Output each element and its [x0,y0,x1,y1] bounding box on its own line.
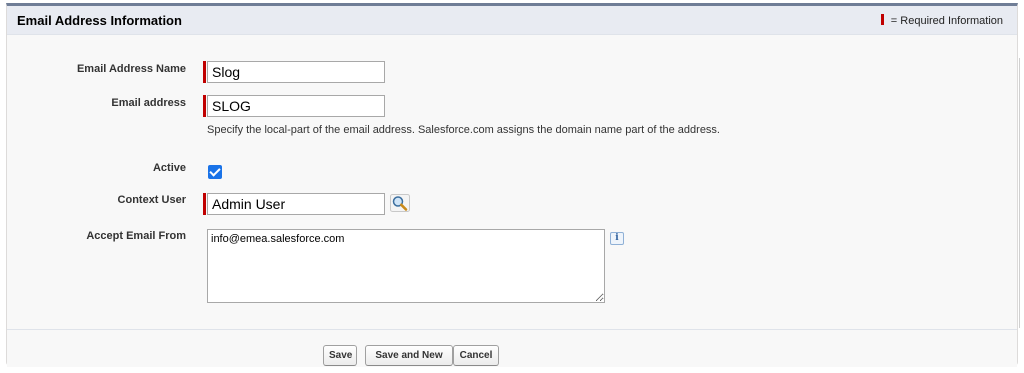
email-address-help-text: Specify the local-part of the email addr… [207,124,720,136]
active-checkbox[interactable] [208,165,222,179]
save-and-new-button[interactable]: Save and New [365,345,453,366]
email-address-name-input[interactable] [207,61,385,83]
required-indicator [203,193,206,215]
section-header: Email Address Information = Required Inf… [7,6,1017,35]
email-address-input[interactable] [207,95,385,117]
required-indicator [203,61,206,83]
context-user-input[interactable] [207,193,385,215]
email-address-label: Email address [111,97,186,109]
required-indicator [203,95,206,117]
magnifier-lookup-icon[interactable] [390,194,410,212]
cancel-button[interactable]: Cancel [453,345,499,366]
required-legend-text: = Required Information [890,15,1003,27]
accept-email-from-label: Accept Email From [86,230,186,242]
button-bar: Save Save and New Cancel [7,329,1017,367]
save-button[interactable]: Save [323,345,357,366]
required-legend: = Required Information [880,14,1003,27]
scrollbar-edge [1019,58,1020,328]
required-marker-icon [880,14,884,25]
context-user-label: Context User [117,194,186,206]
active-label: Active [152,162,186,174]
section-title: Email Address Information [17,13,182,28]
email-address-information-panel: Email Address Information = Required Inf… [6,3,1018,367]
info-icon[interactable]: i [610,232,624,245]
accept-email-from-textarea[interactable]: info@emea.salesforce.com [207,229,605,303]
email-address-name-label: Email Address Name [76,63,186,75]
